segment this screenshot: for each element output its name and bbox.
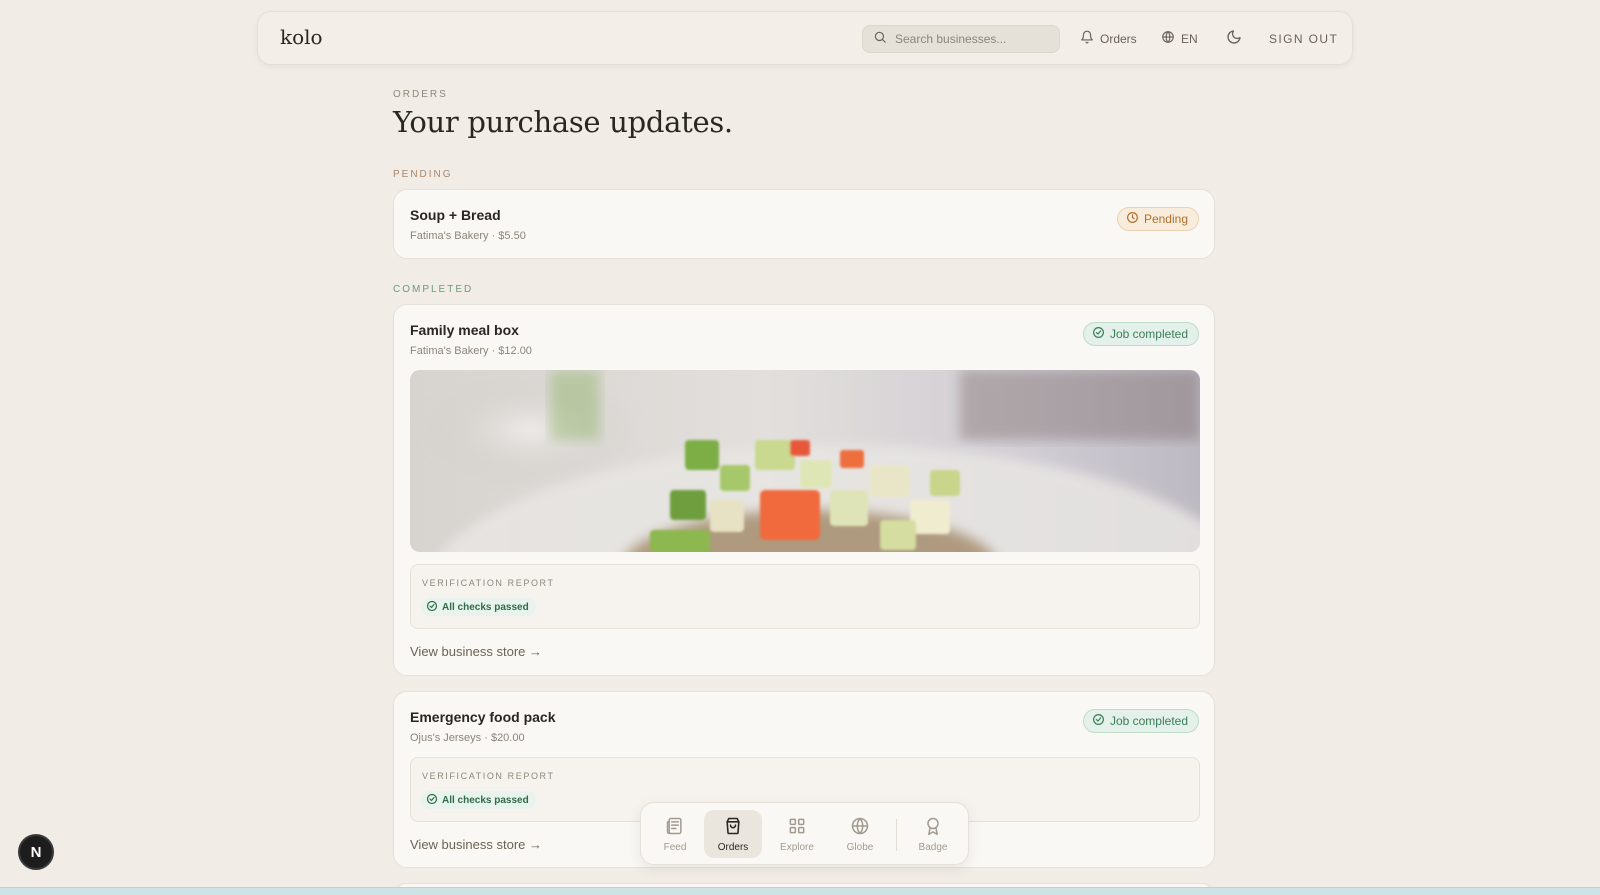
view-business-store-link[interactable]: View business store →	[410, 837, 542, 852]
page-title: Your purchase updates.	[393, 105, 733, 139]
checks-passed-label: All checks passed	[442, 601, 529, 613]
language-label: EN	[1181, 31, 1198, 46]
order-subtitle: Fatima's Bakery · $12.00	[410, 345, 532, 357]
section-label-pending: PENDING	[393, 169, 453, 180]
dock-item-label: Badge	[918, 841, 948, 853]
dock-item-explore[interactable]: Explore	[768, 810, 826, 858]
dev-tools-button[interactable]: N	[18, 834, 54, 870]
search-icon	[873, 30, 887, 49]
status-badge-label: Pending	[1143, 212, 1188, 226]
status-badge-completed: Job completed	[1082, 709, 1199, 733]
dock-item-label: Feed	[663, 841, 687, 853]
checks-passed-label: All checks passed	[442, 794, 529, 806]
os-taskbar-edge	[0, 887, 1600, 895]
check-circle-icon	[1092, 326, 1105, 342]
order-subtitle: Ojus's Jerseys · $20.00	[410, 732, 525, 744]
search-box[interactable]	[862, 25, 1060, 53]
order-title: Emergency food pack	[410, 709, 556, 725]
search-input[interactable]	[895, 32, 1045, 46]
check-circle-icon	[426, 600, 438, 615]
orders-nav-label: Orders	[1100, 31, 1137, 46]
status-badge-label: Job completed	[1109, 714, 1188, 728]
moon-icon	[1226, 29, 1242, 48]
order-photo	[410, 370, 1200, 552]
order-card-family-meal: Family meal box Fatima's Bakery · $12.00…	[393, 304, 1215, 676]
language-selector[interactable]: EN	[1161, 30, 1198, 47]
page: kolo Orders EN SIGN OUT ORDERS	[0, 0, 1600, 895]
dock-item-feed[interactable]: Feed	[646, 810, 704, 858]
checks-passed-badge: All checks passed	[421, 791, 536, 809]
dock-item-label: Globe	[846, 841, 874, 853]
shopping-bag-icon	[723, 816, 743, 839]
order-card-pending: Soup + Bread Fatima's Bakery · $5.50 Pen…	[393, 189, 1215, 259]
dock-item-label: Explore	[780, 841, 814, 853]
orders-nav-link[interactable]: Orders	[1080, 30, 1137, 47]
verification-report: VERIFICATION REPORT All checks passed	[410, 564, 1200, 629]
verification-report-label: VERIFICATION REPORT	[422, 578, 555, 588]
bottom-dock: Feed Orders Explore Globe Badge	[640, 802, 969, 865]
section-label-completed: COMPLETED	[393, 284, 474, 295]
globe-icon	[1161, 30, 1175, 47]
top-navbar: kolo Orders EN SIGN OUT	[257, 11, 1353, 65]
grid-icon	[787, 816, 807, 839]
page-eyebrow: ORDERS	[393, 89, 448, 100]
award-icon	[923, 816, 943, 839]
dock-item-label: Orders	[717, 841, 749, 853]
checks-passed-badge: All checks passed	[421, 598, 536, 616]
status-badge-pending: Pending	[1116, 207, 1199, 231]
dock-item-badge[interactable]: Badge	[904, 810, 962, 858]
order-title: Soup + Bread	[410, 207, 501, 223]
newspaper-icon	[665, 816, 685, 839]
bell-icon	[1080, 30, 1094, 47]
check-circle-icon	[426, 793, 438, 808]
dock-item-orders[interactable]: Orders	[704, 810, 762, 858]
clock-icon	[1126, 211, 1139, 227]
order-title: Family meal box	[410, 322, 519, 338]
dock-item-globe[interactable]: Globe	[831, 810, 889, 858]
view-business-store-link[interactable]: View business store →	[410, 644, 542, 659]
sign-out-button[interactable]: SIGN OUT	[1269, 32, 1338, 46]
verification-report-label: VERIFICATION REPORT	[422, 771, 555, 781]
status-badge-completed: Job completed	[1082, 322, 1199, 346]
globe-icon	[850, 816, 870, 839]
order-subtitle: Fatima's Bakery · $5.50	[410, 230, 526, 242]
check-circle-icon	[1092, 713, 1105, 729]
brand-logo[interactable]: kolo	[280, 25, 323, 49]
status-badge-label: Job completed	[1109, 327, 1188, 341]
dock-divider	[896, 819, 897, 851]
theme-toggle[interactable]	[1226, 29, 1242, 48]
